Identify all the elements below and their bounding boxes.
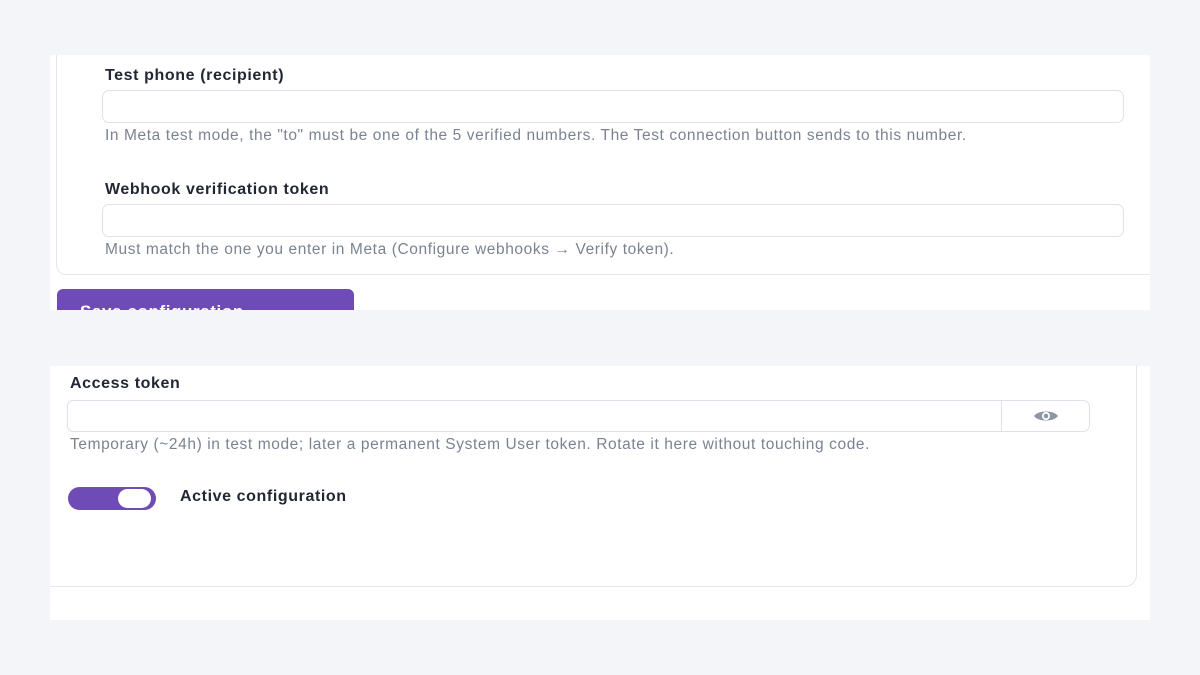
test-phone-help: In Meta test mode, the "to" must be one …: [105, 127, 967, 144]
test-phone-label: Test phone (recipient): [105, 67, 285, 84]
access-token-input-group: [67, 400, 1090, 432]
eye-icon: [1033, 411, 1058, 421]
config-card: Test phone (recipient) In Meta test mode…: [56, 55, 1150, 275]
toggle-knob: [118, 489, 151, 508]
active-configuration-label: Active configuration: [180, 488, 347, 505]
access-token-help: Temporary (~24h) in test mode; later a p…: [70, 436, 871, 453]
save-configuration-button[interactable]: Save configuration: [57, 289, 354, 310]
webhook-token-label: Webhook verification token: [105, 181, 330, 198]
reveal-token-button[interactable]: [1001, 400, 1090, 432]
webhook-token-help: Must match the one you enter in Meta (Co…: [105, 241, 675, 258]
active-configuration-toggle[interactable]: [68, 487, 156, 510]
access-token-input[interactable]: [67, 400, 1001, 432]
test-phone-input[interactable]: [102, 90, 1124, 123]
webhook-token-input[interactable]: [102, 204, 1124, 237]
config-panel-bottom: Access token Temporary (~24h) in test mo…: [50, 366, 1150, 620]
config-panel-top: Test phone (recipient) In Meta test mode…: [50, 55, 1150, 310]
access-token-label: Access token: [70, 375, 181, 392]
